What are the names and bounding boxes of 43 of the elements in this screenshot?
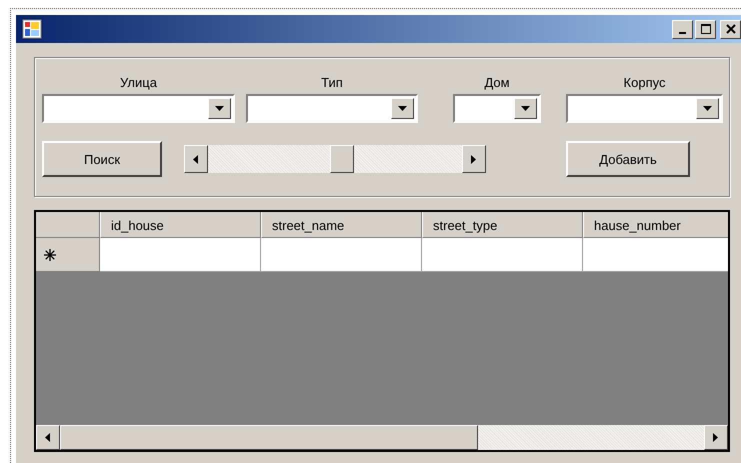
table-cell[interactable]	[422, 238, 583, 272]
dropdown-button[interactable]	[696, 98, 719, 119]
maximize-icon	[700, 23, 712, 35]
caret-icon	[521, 106, 530, 111]
dropdown-button[interactable]	[514, 98, 537, 119]
grid-scroll-bar[interactable]	[36, 425, 728, 450]
scroll-thumb[interactable]	[330, 145, 354, 173]
dropdown-field[interactable]	[453, 94, 541, 123]
scroll-right-button[interactable]	[462, 145, 486, 173]
left-arrow-icon	[45, 433, 51, 442]
field-label: Корпус	[624, 75, 666, 91]
minimize-icon	[679, 32, 686, 34]
dropdown-field[interactable]	[42, 94, 235, 123]
table-cell[interactable]	[261, 238, 422, 272]
close-icon	[724, 23, 736, 35]
table-cell[interactable]	[100, 238, 261, 272]
scroll-bar[interactable]	[184, 145, 486, 173]
close-button[interactable]	[720, 20, 741, 38]
scroll-left-button[interactable]	[36, 425, 60, 450]
dropdown-field[interactable]	[246, 94, 418, 123]
field-label: Тип	[321, 75, 343, 91]
dropdown-field[interactable]	[566, 94, 723, 123]
field-label: Улица	[120, 75, 157, 91]
left-arrow-icon	[193, 154, 199, 164]
minimize-button[interactable]	[672, 20, 693, 38]
caret-icon	[703, 106, 712, 111]
dropdown-button[interactable]	[208, 98, 231, 119]
row-header[interactable]	[36, 238, 100, 272]
right-arrow-icon	[713, 433, 719, 442]
scroll-thumb[interactable]	[60, 425, 478, 450]
maximize-button[interactable]	[695, 20, 716, 38]
caret-icon	[398, 106, 407, 111]
dropdown-button[interactable]	[391, 98, 414, 119]
right-arrow-icon	[471, 154, 477, 164]
add-button[interactable]: Добавить	[566, 141, 690, 177]
search-button[interactable]: Поиск	[42, 141, 162, 177]
scroll-right-button[interactable]	[704, 425, 728, 450]
table-cell[interactable]	[583, 238, 728, 272]
field-label: Дом	[484, 75, 510, 91]
caret-icon	[215, 106, 224, 111]
app-icon	[22, 19, 42, 39]
new-row-icon	[44, 248, 56, 260]
scroll-left-button[interactable]	[184, 145, 208, 173]
